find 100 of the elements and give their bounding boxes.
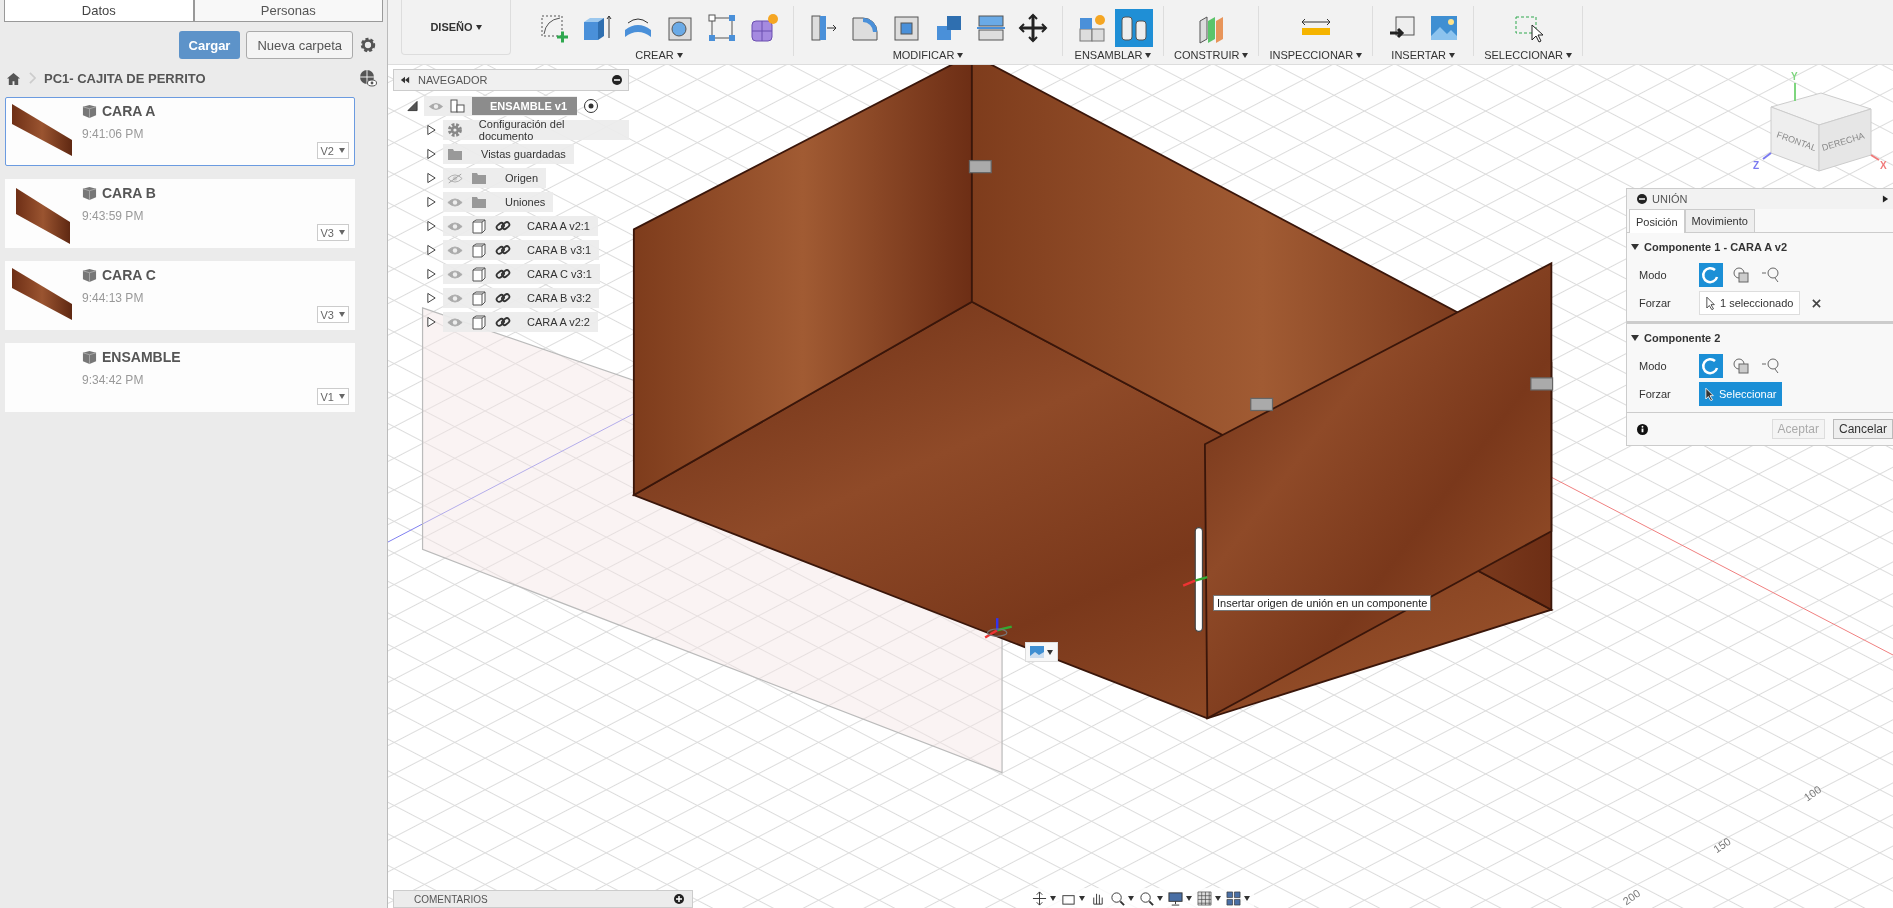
version-dropdown[interactable]: V1 [316, 388, 349, 405]
link-icon [495, 266, 511, 282]
file-card[interactable]: CARA C 9:44:13 PM V3 [5, 261, 355, 330]
file-time: 9:44:13 PM [82, 291, 145, 305]
expand-triangle-icon[interactable] [426, 268, 437, 280]
minimize-icon[interactable] [612, 75, 622, 85]
component-icon [471, 266, 487, 282]
display-icon[interactable] [1168, 890, 1183, 906]
sliced-block-icon [975, 12, 1007, 44]
tool-group-menu[interactable]: MODIFICAR [892, 47, 964, 61]
move-arrows-icon [1017, 12, 1049, 44]
comments-title: COMENTARIOS [414, 893, 489, 905]
squares-icon [706, 12, 738, 44]
component-icon [471, 290, 487, 306]
dialog-tab[interactable]: Posición [1629, 209, 1685, 233]
axis-label: X [1870, 154, 1887, 171]
magnifier-icon [1761, 265, 1781, 285]
axis-label: Z [1753, 152, 1772, 171]
project-title: PC1- CAJITA DE PERRITO [44, 70, 207, 86]
component-icon [471, 218, 487, 234]
tooltip: Insertar origen de unión en un componente [1213, 595, 1432, 611]
close-icon[interactable] [1812, 298, 1822, 308]
version-dropdown[interactable]: V3 [316, 224, 349, 241]
expand-triangle-icon[interactable] [426, 292, 437, 304]
file-name: ENSAMBLE [102, 349, 181, 365]
dialog-title: UNIÓN [1652, 193, 1689, 205]
dialog-tab[interactable]: Movimiento [1684, 209, 1755, 232]
tool-group-menu[interactable]: CONSTRUIR [1174, 47, 1249, 61]
version-dropdown[interactable]: V3 [316, 306, 349, 323]
tool-group-menu[interactable]: ENSAMBLAR [1074, 47, 1152, 61]
field-label: Modo [1638, 269, 1668, 281]
joint-marker-icon[interactable] [1250, 397, 1274, 412]
new-folder-button[interactable]: Nueva carpeta [246, 31, 353, 59]
file-card[interactable]: CARA B 9:43:59 PM V3 [5, 179, 355, 248]
orbit-icon[interactable] [1032, 890, 1047, 906]
viewports-icon[interactable] [1226, 890, 1241, 906]
zoom-icon[interactable] [1110, 890, 1125, 906]
settings-icon[interactable] [359, 36, 377, 54]
globe-eye-icon[interactable] [359, 69, 377, 87]
field-label: Modo [1638, 360, 1668, 372]
file-name: CARA C [102, 267, 156, 283]
link-icon [495, 314, 511, 330]
tool-group-menu[interactable]: CREAR [635, 47, 683, 61]
selection-field[interactable]: 1 seleccionado [1699, 291, 1801, 315]
panel-tab[interactable]: Datos [4, 0, 194, 22]
component-icon [471, 242, 487, 258]
cube-icon [82, 349, 97, 365]
link-icon [495, 218, 511, 234]
tool-group-menu[interactable]: INSPECCIONAR [1269, 47, 1363, 61]
cube-star-icon [748, 12, 780, 44]
expand-triangle-icon[interactable] [426, 124, 437, 136]
home-icon[interactable] [6, 70, 21, 86]
overlap-icon [1731, 265, 1751, 285]
mode-button[interactable] [1699, 263, 1723, 287]
file-card[interactable]: ENSAMBLE 9:34:42 PM V1 [5, 343, 355, 412]
joint-marker-icon[interactable] [1530, 377, 1554, 391]
expand-triangle-icon[interactable] [407, 100, 418, 112]
expand-triangle-icon[interactable] [426, 148, 437, 160]
version-dropdown[interactable]: V2 [316, 142, 349, 159]
comments-bar[interactable]: COMENTARIOS [393, 890, 693, 908]
expand-triangle-icon[interactable] [426, 244, 437, 256]
panel-tab[interactable]: Personas [193, 0, 383, 22]
origin-triad-icon [984, 618, 1012, 639]
zoom-fit-icon[interactable] [1139, 890, 1154, 906]
tool-group-menu[interactable]: SELECCIONAR [1484, 47, 1572, 61]
magnifier-icon [1761, 356, 1781, 376]
section-header[interactable]: Componente 2 [1631, 330, 1721, 352]
link-icon [495, 242, 511, 258]
minimize-icon[interactable] [1637, 194, 1647, 204]
info-icon[interactable] [1637, 423, 1648, 435]
expand-arrow-icon[interactable] [1882, 194, 1889, 204]
expand-triangle-icon[interactable] [426, 316, 437, 328]
mode-button[interactable] [1699, 354, 1723, 378]
dialog-button[interactable]: Cancelar [1832, 419, 1893, 439]
wood-wall-panel[interactable] [632, 65, 973, 497]
collapse-icon[interactable] [400, 75, 410, 85]
mini-toolbar[interactable] [1025, 642, 1058, 662]
workspace-dropdown[interactable]: DISEÑO [401, 0, 511, 55]
tool-group-menu[interactable]: INSERTAR [1391, 47, 1455, 61]
expand-triangle-icon[interactable] [426, 196, 437, 208]
field-label: Forzar [1638, 388, 1672, 400]
expand-triangle-icon[interactable] [426, 172, 437, 184]
add-icon[interactable] [674, 894, 684, 904]
chevron-icon [29, 72, 36, 84]
grid-icon[interactable] [1197, 890, 1212, 906]
section-header[interactable]: Componente 1 - CARA A v2 [1631, 239, 1787, 261]
overlap-icon [1731, 356, 1751, 376]
edge-highlight[interactable] [1194, 527, 1204, 633]
file-card[interactable]: CARA A 9:41:06 PM V2 [5, 97, 355, 166]
expand-triangle-icon[interactable] [426, 220, 437, 232]
joint-marker-icon[interactable] [968, 159, 992, 174]
link-icon [495, 290, 511, 306]
field-label: Forzar [1638, 297, 1672, 309]
file-name: CARA A [102, 103, 156, 119]
file-time: 9:34:42 PM [82, 373, 145, 387]
select-button[interactable]: Seleccionar [1699, 382, 1783, 406]
file-time: 9:43:59 PM [82, 209, 145, 223]
component-icon [471, 314, 487, 330]
wood-wall-panel[interactable] [1204, 261, 1553, 720]
sketch-plus-icon [538, 12, 570, 44]
